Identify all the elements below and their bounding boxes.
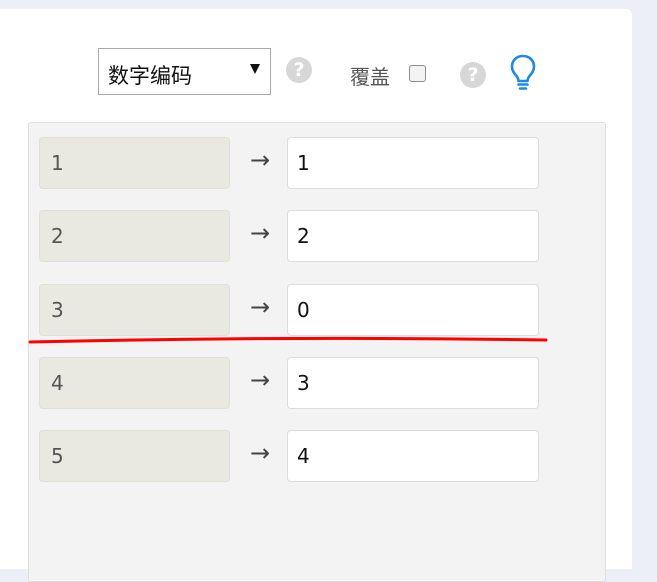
- source-value: 3: [39, 284, 230, 336]
- target-input[interactable]: 4: [287, 430, 539, 482]
- main-card: 数字编码 ? 覆盖 ? 1 → 1 2 → 2 3 → 0 4 → 3 5 → …: [0, 9, 632, 582]
- source-value: 1: [39, 137, 230, 189]
- target-input[interactable]: 2: [287, 210, 539, 262]
- mapping-row: 2 → 2: [29, 210, 607, 262]
- mapping-row: 4 → 3: [29, 357, 607, 409]
- source-value: 5: [39, 430, 230, 482]
- encoding-select-value: 数字编码: [108, 64, 192, 88]
- target-input[interactable]: 1: [287, 137, 539, 189]
- mapping-row: 5 → 4: [29, 430, 607, 482]
- mapping-row: 3 → 0: [29, 284, 607, 336]
- mapping-panel: 1 → 1 2 → 2 3 → 0 4 → 3 5 → 4: [28, 122, 606, 582]
- help-icon[interactable]: ?: [460, 62, 486, 88]
- target-input[interactable]: 3: [287, 357, 539, 409]
- source-value: 2: [39, 210, 230, 262]
- arrow-right-icon: →: [249, 219, 271, 247]
- help-icon[interactable]: ?: [286, 57, 312, 83]
- mapping-row: 1 → 1: [29, 137, 607, 189]
- toolbar: 数字编码 ? 覆盖 ?: [0, 9, 632, 119]
- chevron-down-icon: [250, 64, 260, 74]
- override-checkbox[interactable]: [409, 65, 426, 82]
- lightbulb-icon[interactable]: [508, 53, 538, 93]
- arrow-right-icon: →: [249, 439, 271, 467]
- override-label: 覆盖: [350, 65, 390, 89]
- source-value: 4: [39, 357, 230, 409]
- arrow-right-icon: →: [249, 146, 271, 174]
- encoding-select[interactable]: 数字编码: [98, 48, 271, 95]
- arrow-right-icon: →: [249, 366, 271, 394]
- arrow-right-icon: →: [249, 293, 271, 321]
- target-input[interactable]: 0: [287, 284, 539, 336]
